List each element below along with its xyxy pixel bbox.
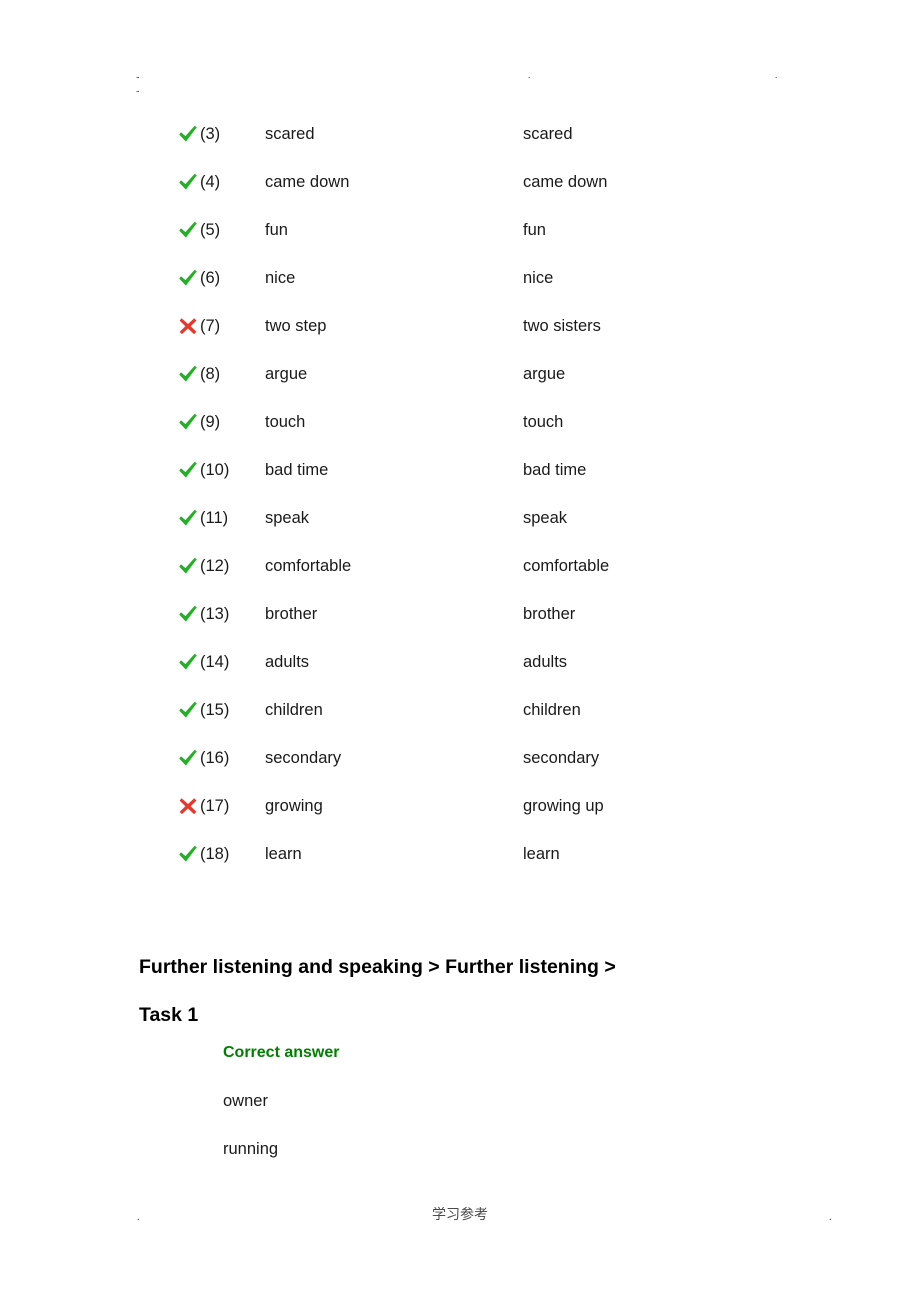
check-icon [177,171,199,193]
check-icon [177,699,199,721]
page-footer: . 学习参考 . [0,1205,920,1231]
table-row: (11) speak speak [0,502,920,550]
section-heading: Further listening and speaking > Further… [139,943,879,1039]
correct-answer-cell: bad time [523,461,587,479]
your-answer-cell: came down [265,173,350,191]
row-number: (8) [200,365,221,383]
check-icon [177,555,199,577]
row-number: (9) [200,413,221,431]
table-row: (15) children children [0,694,920,742]
row-number: (10) [200,461,230,479]
correct-answer-block: Correct answer owner running [223,1042,723,1186]
correct-answer-cell: argue [523,365,566,383]
correct-answer-cell: nice [523,269,554,287]
row-number: (7) [200,317,221,335]
cross-icon [177,315,199,337]
check-icon [177,603,199,625]
check-icon [177,219,199,241]
table-row: (9) touch touch [0,406,920,454]
check-icon [177,747,199,769]
your-answer-cell: learn [265,845,302,863]
correct-answer-item: running [223,1140,279,1158]
your-answer-cell: speak [265,509,310,527]
correct-answer-cell: adults [523,653,568,671]
table-row: (14) adults adults [0,646,920,694]
your-answer-cell: growing [265,797,323,815]
row-number: (14) [200,653,230,671]
your-answer-cell: argue [265,365,308,383]
row-number: (15) [200,701,230,719]
check-icon [177,267,199,289]
check-icon [177,123,199,145]
row-number: (17) [200,797,230,815]
table-row: (13) brother brother [0,598,920,646]
table-row: (12) comfortable comfortable [0,550,920,598]
your-answer-cell: children [265,701,323,719]
row-number: (12) [200,557,230,575]
correct-answer-cell: speak [523,509,568,527]
your-answer-cell: secondary [265,749,342,767]
your-answer-cell: scared [265,125,315,143]
table-row: (18) learn learn [0,838,920,886]
check-icon [177,507,199,529]
correct-answer-cell: children [523,701,581,719]
breadcrumb: Further listening and speaking > Further… [139,956,616,978]
correct-answer-label: Correct answer [223,1044,340,1061]
correct-answer-cell: came down [523,173,608,191]
page-title: Task 1 [139,1004,199,1026]
row-number: (4) [200,173,221,191]
header-artifact-mark-4: . [775,70,778,80]
table-row: (10) bad time bad time [0,454,920,502]
correct-answer-cell: learn [523,845,560,863]
table-row: (8) argue argue [0,358,920,406]
correct-answer-cell: two sisters [523,317,601,335]
row-number: (5) [200,221,221,239]
correct-answer-cell: touch [523,413,564,431]
your-answer-cell: comfortable [265,557,352,575]
row-number: (18) [200,845,230,863]
document-page: .. .. . . (3) scared scared (4) came down cam… [0,0,920,1302]
row-number: (16) [200,749,230,767]
correct-answer-cell: fun [523,221,546,239]
row-number: (6) [200,269,221,287]
table-row: (3) scared scared [0,118,920,166]
check-icon [177,363,199,385]
correct-answer-cell: scared [523,125,573,143]
row-number: (3) [200,125,221,143]
your-answer-cell: fun [265,221,288,239]
table-row: (16) secondary secondary [0,742,920,790]
your-answer-cell: adults [265,653,310,671]
your-answer-cell: bad time [265,461,329,479]
footer-dot-right: . [829,1212,832,1223]
table-row: (4) came down came down [0,166,920,214]
check-icon [177,411,199,433]
your-answer-cell: nice [265,269,296,287]
check-icon [177,651,199,673]
table-row: (6) nice nice [0,262,920,310]
table-row: (5) fun fun [0,214,920,262]
correct-answer-item: owner [223,1092,268,1110]
your-answer-cell: brother [265,605,318,623]
table-row: (17) growing growing up [0,790,920,838]
answer-comparison-list: (3) scared scared (4) came down came down (5) f… [0,118,920,886]
footer-text: 学习参考 [432,1208,488,1223]
header-artifact-mark-2: .. [136,84,139,94]
row-number: (11) [200,509,229,527]
header-artifact-mark-1: .. [136,70,139,80]
check-icon [177,459,199,481]
check-icon [177,843,199,865]
cross-icon [177,795,199,817]
row-number: (13) [200,605,230,623]
your-answer-cell: two step [265,317,327,335]
table-row: (7) two step two sisters [0,310,920,358]
header-artifact-mark-3: . [528,70,531,80]
your-answer-cell: touch [265,413,306,431]
correct-answer-cell: growing up [523,797,604,815]
correct-answer-cell: secondary [523,749,600,767]
correct-answer-cell: comfortable [523,557,610,575]
correct-answer-cell: brother [523,605,576,623]
